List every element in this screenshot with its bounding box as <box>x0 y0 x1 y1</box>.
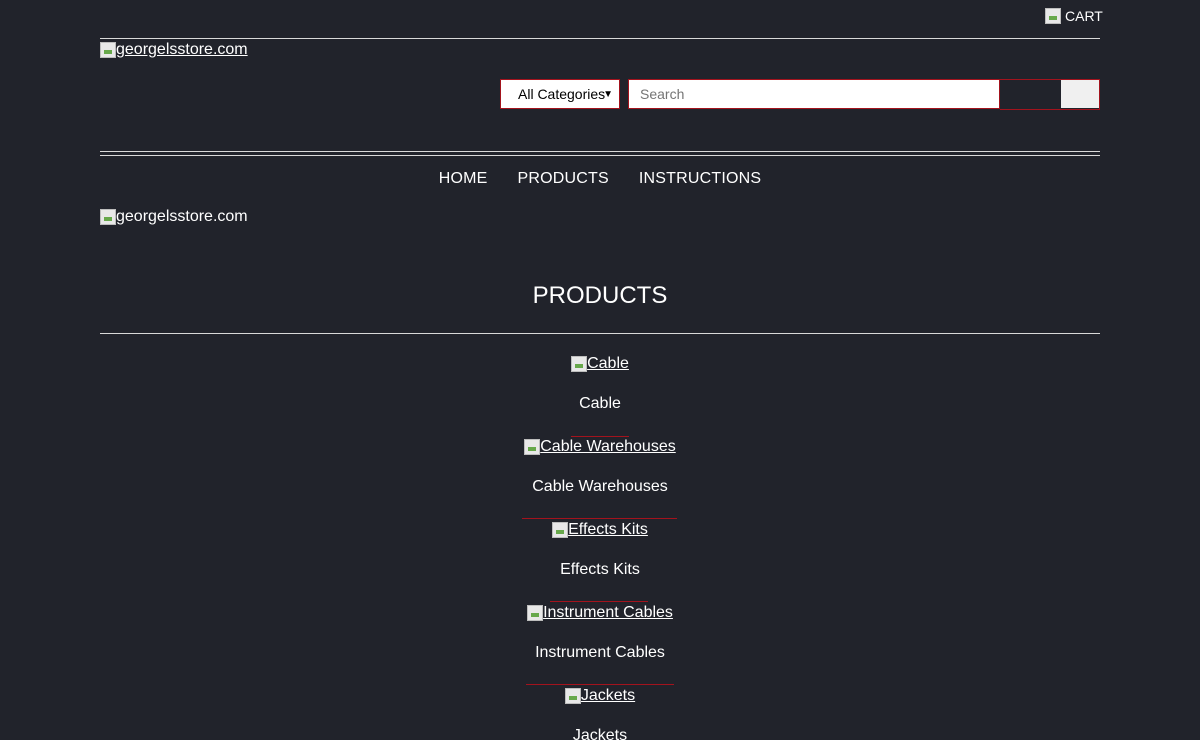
product-name[interactable]: Instrument Cables <box>0 644 1200 662</box>
product-broken-image-icon <box>552 522 569 538</box>
product-item-cable-warehouses: Cable Warehouses Cable Warehouses <box>0 438 1200 496</box>
nav-divider-bottom <box>100 155 1100 156</box>
product-name[interactable]: Cable <box>0 395 1200 413</box>
product-image-alt: Jackets <box>580 687 636 704</box>
product-separator <box>526 684 674 685</box>
product-name[interactable]: Effects Kits <box>0 561 1200 579</box>
cart-label: CART <box>1065 8 1103 24</box>
nav-divider-top <box>100 151 1100 152</box>
header-divider <box>100 38 1100 39</box>
product-item-instrument-cables: Instrument Cables Instrument Cables <box>0 604 1200 662</box>
product-item-effects-kits: Effects Kits Effects Kits <box>0 521 1200 579</box>
product-separator <box>571 436 629 437</box>
search-button[interactable] <box>1061 80 1099 108</box>
search-input[interactable]: Search <box>628 79 1000 109</box>
product-image-link[interactable]: Cable Warehouses <box>524 438 676 456</box>
product-image-link[interactable]: Cable <box>571 355 629 373</box>
cart-link[interactable]: CART <box>1045 8 1103 24</box>
site-logo-link[interactable]: georgelsstore.com <box>100 41 248 59</box>
banner-broken-image-icon <box>100 209 116 225</box>
logo-alt-text: georgelsstore.com <box>116 41 248 58</box>
product-broken-image-icon <box>524 439 541 455</box>
page-title: PRODUCTS <box>532 282 668 309</box>
search-bar: All Categories ▼ Search <box>500 79 1100 111</box>
category-select[interactable]: All Categories ▼ <box>500 79 620 109</box>
chevron-down-icon: ▼ <box>603 89 613 100</box>
product-separator <box>522 518 677 519</box>
cart-icon <box>1045 8 1061 24</box>
product-image-link[interactable]: Jackets <box>564 687 636 705</box>
title-divider <box>100 333 1100 334</box>
nav-item-products[interactable]: PRODUCTS <box>518 170 609 188</box>
product-image-alt: Cable Warehouses <box>540 438 676 455</box>
product-image-link[interactable]: Effects Kits <box>552 521 648 539</box>
nav-item-home[interactable]: HOME <box>439 170 488 188</box>
product-separator <box>550 601 648 602</box>
search-placeholder: Search <box>640 86 685 102</box>
logo-broken-image-icon <box>100 42 116 58</box>
product-image-alt: Instrument Cables <box>543 604 673 621</box>
product-broken-image-icon <box>527 605 544 621</box>
product-broken-image-icon <box>571 356 588 372</box>
banner-alt-text: georgelsstore.com <box>116 208 248 225</box>
product-broken-image-icon <box>564 688 581 704</box>
product-item-cable: Cable Cable <box>0 355 1200 413</box>
category-selected-value: All Categories <box>518 86 606 102</box>
product-image-alt: Effects Kits <box>568 521 648 538</box>
nav-item-instructions[interactable]: INSTRUCTIONS <box>639 170 761 188</box>
product-name[interactable]: Jackets <box>0 727 1200 740</box>
product-image-link[interactable]: Instrument Cables <box>527 604 673 622</box>
product-name[interactable]: Cable Warehouses <box>0 478 1200 496</box>
banner-image: georgelsstore.com <box>100 208 248 226</box>
product-item-jackets: Jackets Jackets <box>0 687 1200 740</box>
page: CART georgelsstore.com All Categories ▼ … <box>0 0 1200 740</box>
main-nav: HOME PRODUCTS INSTRUCTIONS <box>0 170 1200 188</box>
product-image-alt: Cable <box>587 355 629 372</box>
